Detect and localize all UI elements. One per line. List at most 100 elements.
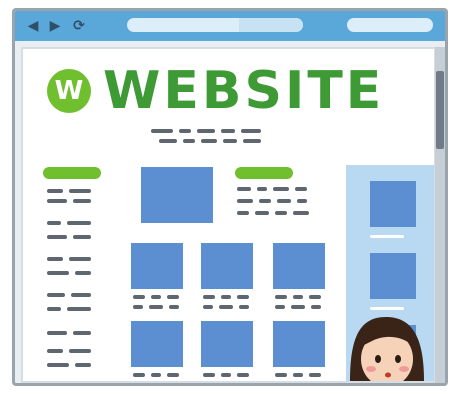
text-line <box>47 307 61 311</box>
grid-thumbnail[interactable] <box>131 243 183 289</box>
text-line <box>47 221 61 225</box>
text-line <box>203 295 215 299</box>
site-logo[interactable]: W WEBSITE <box>47 65 384 117</box>
text-line <box>73 235 91 239</box>
text-line <box>237 199 253 203</box>
text-line <box>69 349 91 353</box>
article-text <box>237 199 307 203</box>
scrollbar-track[interactable] <box>435 47 445 383</box>
text-line <box>69 257 91 261</box>
article-text <box>237 187 307 191</box>
scrollbar-thumb[interactable] <box>436 71 444 149</box>
text-line <box>47 363 69 367</box>
text-line <box>275 211 287 215</box>
text-line <box>167 295 179 299</box>
text-line <box>47 271 69 275</box>
nav-link-placeholder[interactable] <box>47 349 91 353</box>
text-line <box>277 199 291 203</box>
logo-w-icon: W <box>47 69 91 113</box>
search-field[interactable] <box>347 18 433 32</box>
nav-link-placeholder[interactable] <box>47 199 91 203</box>
sidebar-caption <box>370 235 404 238</box>
text-line <box>151 129 173 133</box>
text-line <box>47 293 65 297</box>
text-line <box>73 199 91 203</box>
grid-thumbnail[interactable] <box>273 243 325 289</box>
text-line <box>133 373 145 377</box>
text-line <box>219 305 233 309</box>
grid-thumbnail[interactable] <box>273 321 325 367</box>
text-line <box>159 139 177 143</box>
web-page: W WEBSITE <box>21 47 436 383</box>
reload-icon[interactable]: ⟳ <box>71 18 87 34</box>
text-line <box>259 199 271 203</box>
subtitle-placeholder <box>151 129 261 133</box>
article-heading-pill <box>235 167 293 179</box>
text-line <box>257 187 267 191</box>
featured-image[interactable] <box>141 167 213 223</box>
text-line <box>221 295 231 299</box>
back-arrow-icon[interactable]: ◀ <box>25 18 41 34</box>
thumbnail-caption <box>133 305 179 309</box>
thumbnail-caption <box>203 295 249 299</box>
text-line <box>293 211 309 215</box>
text-line <box>133 295 145 299</box>
browser-window: ◀ ▶ ⟳ W WEBSITE <box>12 8 448 386</box>
forward-arrow-icon[interactable]: ▶ <box>47 18 63 34</box>
text-line <box>203 373 215 377</box>
menu-heading-pill <box>43 167 101 179</box>
text-line <box>149 305 163 309</box>
text-line <box>275 295 287 299</box>
text-line <box>47 257 63 261</box>
nav-link-placeholder[interactable] <box>47 307 91 311</box>
nav-link-placeholder[interactable] <box>47 221 91 225</box>
text-line <box>273 187 289 191</box>
site-title: WEBSITE <box>103 61 385 121</box>
address-bar-segment <box>239 18 303 32</box>
nav-link-placeholder[interactable] <box>47 189 91 193</box>
text-line <box>221 129 235 133</box>
text-line <box>203 305 213 309</box>
thumbnail-caption <box>133 373 179 377</box>
address-bar[interactable] <box>127 18 303 32</box>
nav-link-placeholder[interactable] <box>47 257 91 261</box>
text-line <box>47 235 67 239</box>
nav-link-placeholder[interactable] <box>47 363 91 367</box>
text-line <box>47 331 67 335</box>
text-line <box>237 373 249 377</box>
grid-thumbnail[interactable] <box>131 321 183 367</box>
text-line <box>237 295 249 299</box>
text-line <box>183 139 195 143</box>
article-text <box>237 211 309 215</box>
text-line <box>47 189 63 193</box>
text-line <box>151 373 161 377</box>
nav-link-placeholder[interactable] <box>47 331 91 335</box>
text-line <box>179 129 191 133</box>
nav-link-placeholder[interactable] <box>47 271 91 275</box>
text-line <box>295 187 307 191</box>
text-line <box>69 189 91 193</box>
nav-link-placeholder[interactable] <box>47 235 91 239</box>
text-line <box>221 373 231 377</box>
nav-link-placeholder[interactable] <box>47 293 91 297</box>
thumbnail-caption <box>275 295 321 299</box>
text-line <box>239 305 249 309</box>
grid-thumbnail[interactable] <box>201 321 253 367</box>
text-line <box>47 199 67 203</box>
text-line <box>311 305 321 309</box>
text-line <box>309 373 321 377</box>
text-line <box>67 307 91 311</box>
sidebar-thumbnail[interactable] <box>370 253 416 299</box>
text-line <box>223 139 237 143</box>
text-line <box>47 349 63 353</box>
person-avatar <box>350 317 424 381</box>
sidebar-thumbnail[interactable] <box>370 181 416 227</box>
thumbnail-caption <box>133 295 179 299</box>
grid-thumbnail[interactable] <box>201 243 253 289</box>
text-line <box>297 199 307 203</box>
text-line <box>275 305 285 309</box>
text-line <box>241 129 261 133</box>
text-line <box>291 305 305 309</box>
text-line <box>237 211 249 215</box>
thumbnail-caption <box>203 305 249 309</box>
